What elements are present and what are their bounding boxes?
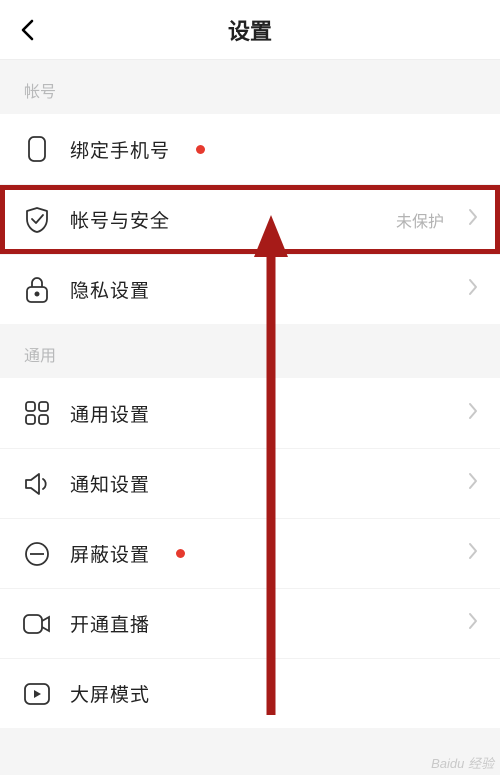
grid-icon bbox=[22, 398, 52, 428]
row-bind-phone[interactable]: 绑定手机号 bbox=[0, 114, 500, 184]
block-icon bbox=[22, 539, 52, 569]
row-notification-settings[interactable]: 通知设置 bbox=[0, 448, 500, 518]
page-title: 设置 bbox=[228, 14, 272, 46]
row-general-settings[interactable]: 通用设置 bbox=[0, 378, 500, 448]
back-button[interactable] bbox=[14, 16, 42, 44]
section-header-general: 通用 bbox=[0, 324, 500, 378]
row-account-security[interactable]: 帐号与安全 未保护 bbox=[0, 184, 500, 254]
video-icon bbox=[22, 609, 52, 639]
row-label: 大屏模式 bbox=[70, 680, 150, 707]
header: 设置 bbox=[0, 0, 500, 60]
chevron-right-icon bbox=[468, 612, 478, 635]
row-label: 通知设置 bbox=[70, 470, 150, 497]
play-rect-icon bbox=[22, 679, 52, 709]
chevron-right-icon bbox=[468, 472, 478, 495]
row-block-settings[interactable]: 屏蔽设置 bbox=[0, 518, 500, 588]
lock-icon bbox=[22, 275, 52, 305]
row-live[interactable]: 开通直播 bbox=[0, 588, 500, 658]
phone-icon bbox=[22, 134, 52, 164]
speaker-icon bbox=[22, 469, 52, 499]
row-privacy[interactable]: 隐私设置 bbox=[0, 254, 500, 324]
chevron-right-icon bbox=[468, 542, 478, 565]
row-label: 开通直播 bbox=[70, 610, 150, 637]
row-bigscreen[interactable]: 大屏模式 bbox=[0, 658, 500, 728]
row-label: 隐私设置 bbox=[70, 276, 150, 303]
section-header-account: 帐号 bbox=[0, 60, 500, 114]
chevron-right-icon bbox=[468, 208, 478, 231]
back-icon bbox=[19, 19, 37, 41]
chevron-right-icon bbox=[468, 402, 478, 425]
row-label: 通用设置 bbox=[70, 400, 150, 427]
shield-icon bbox=[22, 205, 52, 235]
row-label: 绑定手机号 bbox=[70, 136, 170, 163]
row-label: 屏蔽设置 bbox=[70, 540, 150, 567]
row-label: 帐号与安全 bbox=[70, 206, 170, 233]
red-dot-indicator bbox=[196, 145, 205, 154]
chevron-right-icon bbox=[468, 278, 478, 301]
row-value: 未保护 bbox=[396, 208, 444, 232]
red-dot-indicator bbox=[176, 549, 185, 558]
watermark: Baidu 经验 bbox=[431, 757, 494, 771]
